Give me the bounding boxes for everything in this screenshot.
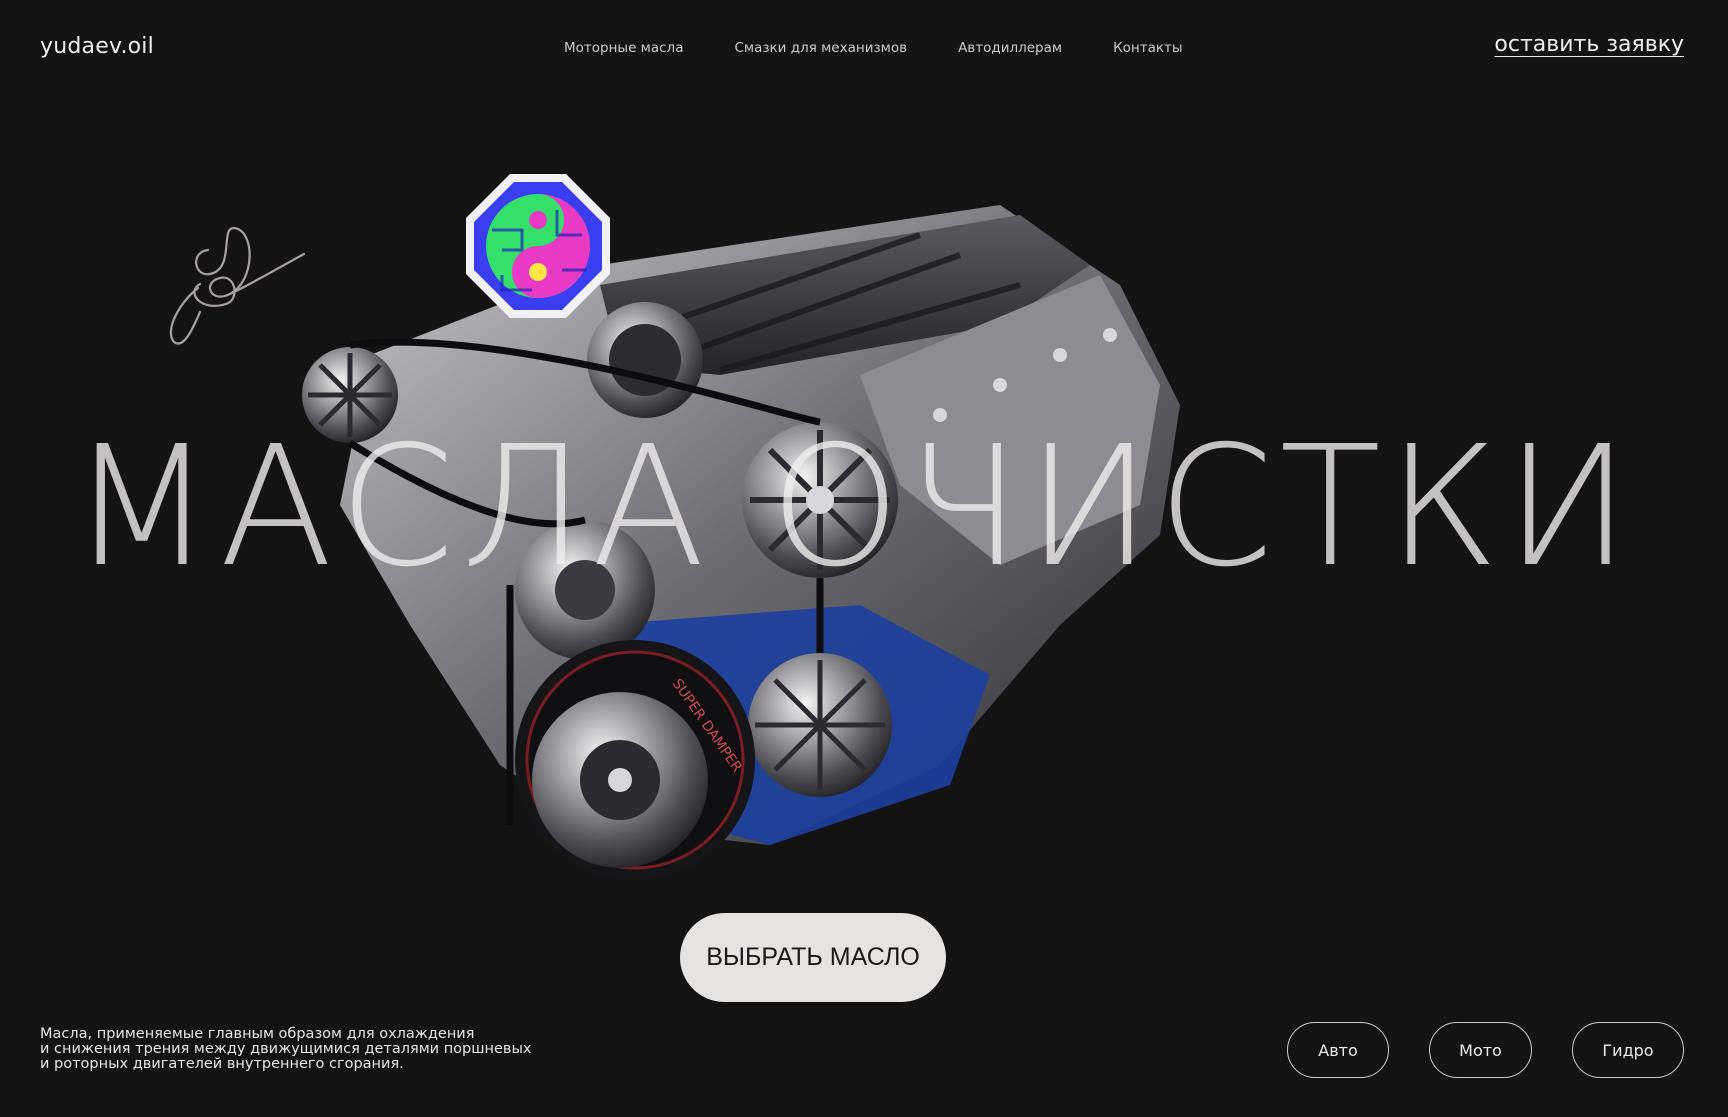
hero-description: Масла, применяемые главным образом для о… bbox=[40, 1027, 600, 1072]
category-moto-button[interactable]: Мото bbox=[1429, 1022, 1532, 1078]
site-logo[interactable]: yudaev.oil bbox=[40, 34, 154, 59]
category-buttons: Авто Мото Гидро bbox=[1287, 1022, 1684, 1078]
yin-yang-sticker-icon bbox=[466, 174, 610, 318]
category-hydro-button[interactable]: Гидро bbox=[1572, 1022, 1684, 1078]
nav-item-motor-oils[interactable]: Моторные масла bbox=[564, 40, 683, 56]
category-auto-button[interactable]: Авто bbox=[1287, 1022, 1389, 1078]
nav-item-lubricants[interactable]: Смазки для механизмов bbox=[734, 40, 907, 56]
signature-icon bbox=[169, 226, 306, 345]
request-link[interactable]: оставить заявку bbox=[1494, 32, 1684, 57]
description-line: Масла, применяемые главным образом для о… bbox=[40, 1026, 475, 1042]
main-nav: Моторные масла Смазки для механизмов Авт… bbox=[564, 40, 1183, 56]
description-line: и роторных двигателей внутреннего сгоран… bbox=[40, 1056, 404, 1072]
description-line: и снижения трения между движущимися дета… bbox=[40, 1041, 532, 1057]
nav-item-contacts[interactable]: Контакты bbox=[1113, 40, 1182, 56]
choose-oil-button[interactable]: ВЫБРАТЬ МАСЛО bbox=[680, 913, 946, 1002]
nav-item-dealers[interactable]: Автодиллерам bbox=[958, 40, 1062, 56]
hero-title: МАСЛА ОЧИСТКИ bbox=[70, 411, 1637, 604]
